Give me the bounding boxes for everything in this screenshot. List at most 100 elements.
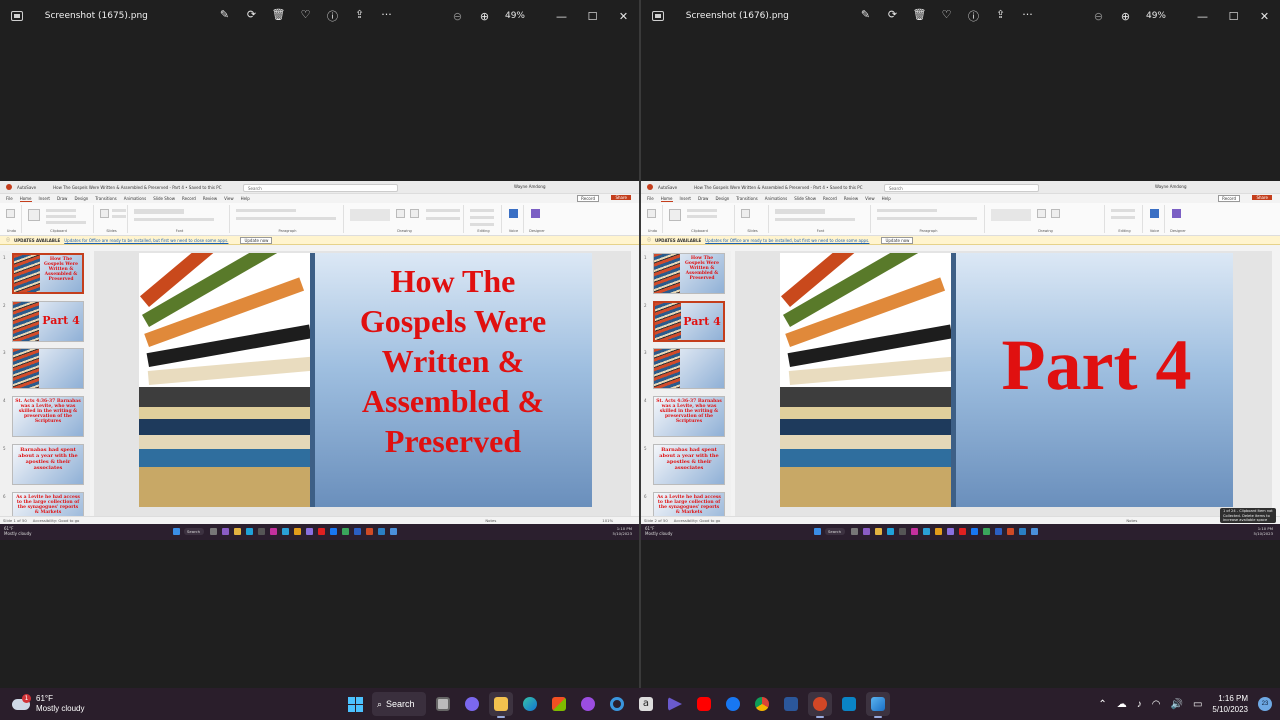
slide-title-line: How The <box>390 263 516 299</box>
group-font: Font <box>816 229 825 233</box>
inner-weather: Mostly cloudy <box>4 531 32 536</box>
store-icon[interactable] <box>547 692 571 716</box>
chrome-icon[interactable] <box>750 692 774 716</box>
facebook-icon[interactable] <box>721 692 745 716</box>
autosave-label: AutoSave <box>658 184 678 190</box>
media-player-icon[interactable] <box>663 692 687 716</box>
group-drawing: Drawing <box>1038 229 1053 233</box>
start-button[interactable] <box>343 692 367 716</box>
share-icon[interactable]: ⇪ <box>987 8 1014 24</box>
tab-transitions: Transitions <box>95 196 117 201</box>
group-voice: Voice <box>508 229 519 233</box>
ppt-record-button: Record <box>577 195 599 202</box>
maximize-button[interactable]: ☐ <box>1218 10 1249 23</box>
share-icon[interactable]: ⇪ <box>346 8 373 24</box>
more-icon[interactable]: ··· <box>373 8 400 24</box>
zoom-level[interactable]: 49% <box>498 11 532 21</box>
tab-insert: Insert <box>38 196 50 201</box>
app-notification-icon[interactable] <box>576 692 600 716</box>
thumbnail-title: St. Acts 4:36-37 Barnabas was a Levite, … <box>656 399 722 424</box>
zoom-out-icon[interactable]: ⊖ <box>444 10 471 23</box>
thumbnail-title: How The Gospels Were Written & Assembled… <box>44 257 78 282</box>
notification-count[interactable]: 23 <box>1258 697 1272 711</box>
taskbar-apps: ⌕ Search a <box>343 692 895 718</box>
system-tray: ⌃ ☁ ♪ ◠ 🔊 ▭ 1:16 PM 5/10/2023 23 <box>1098 688 1272 720</box>
cloud-sync-icon[interactable]: ☁ <box>1117 699 1127 710</box>
youtube-icon[interactable] <box>692 692 716 716</box>
clock[interactable]: 1:16 PM 5/10/2023 <box>1212 693 1248 715</box>
powerpoint-screenshot: AutoSave How The Gospels Were Written & … <box>0 181 639 540</box>
slide-thumbnails: 1 How The Gospels Were Written & Assembl… <box>641 251 731 533</box>
file-explorer-icon[interactable] <box>489 692 513 718</box>
group-clipboard: Clipboard <box>50 229 67 233</box>
zoom-out-icon[interactable]: ⊖ <box>1085 10 1112 23</box>
more-icon[interactable]: ··· <box>1014 8 1041 24</box>
photos-icon[interactable] <box>866 692 890 718</box>
rotate-icon[interactable]: ⟳ <box>238 8 265 24</box>
thumbnail-slide-3 <box>653 348 725 389</box>
chevron-up-icon[interactable]: ⌃ <box>1098 699 1106 710</box>
slide-title: How The Gospels Were Written & Assembled… <box>324 261 582 461</box>
clock-time: 1:16 PM <box>1218 694 1248 703</box>
clock-date: 5/10/2023 <box>1212 705 1248 714</box>
favorite-icon[interactable]: ♡ <box>933 8 960 24</box>
delete-icon[interactable]: 🗑 <box>265 8 292 24</box>
info-icon[interactable]: ⓘ <box>960 8 987 24</box>
edit-icon[interactable]: ✎ <box>852 8 879 24</box>
thumbnail-title: How The Gospels Were Written & Assembled… <box>685 256 719 281</box>
group-undo: Undo <box>647 229 658 233</box>
slide-count: Slide 1 of 50 <box>3 518 27 523</box>
maximize-button[interactable]: ☐ <box>577 10 608 23</box>
zoom-in-icon[interactable]: ⊕ <box>1112 10 1139 23</box>
group-designer: Designer <box>529 229 545 233</box>
minimize-button[interactable]: — <box>546 10 577 23</box>
amazon-icon[interactable]: a <box>634 692 658 716</box>
minimize-button[interactable]: — <box>1187 10 1218 23</box>
windows-taskbar: 1 61°F Mostly cloudy ⌕ Search a ⌃ ☁ ♪ ◠ … <box>0 688 1280 720</box>
powerpoint-icon[interactable] <box>808 692 832 718</box>
ppt-statusbar: Slide 1 of 50 Accessibility: Good to go … <box>0 516 639 524</box>
slide-canvas: Part 4 <box>735 251 1272 524</box>
zoom-in-icon[interactable]: ⊕ <box>471 10 498 23</box>
zoom-level[interactable]: 49% <box>1139 11 1173 21</box>
task-view-icon[interactable] <box>431 692 455 716</box>
rotate-icon[interactable]: ⟳ <box>879 8 906 24</box>
weather-widget[interactable]: 1 61°F Mostly cloudy <box>12 693 84 714</box>
tab-animations: Animations <box>764 196 788 201</box>
slide-count: Slide 2 of 50 <box>644 518 668 523</box>
ppt-share-button: Share <box>611 195 631 200</box>
volume-icon[interactable]: 🔊 <box>1171 699 1183 710</box>
clipboard-toast: 1 of 24 - Clipboard Item not Collected. … <box>1220 508 1276 523</box>
photos-app-icon <box>11 11 23 21</box>
word-icon[interactable] <box>779 692 803 716</box>
edit-icon[interactable]: ✎ <box>211 8 238 24</box>
thumbnail-title: Part 4 <box>42 314 80 327</box>
teams-chat-icon[interactable] <box>460 692 484 716</box>
close-button[interactable]: ✕ <box>608 10 639 23</box>
file-name: Screenshot (1675).png <box>44 11 148 21</box>
speaker-icon[interactable]: ♪ <box>1137 699 1142 710</box>
tab-record: Record <box>823 196 837 201</box>
group-paragraph: Paragraph <box>919 229 938 233</box>
thumbnail-slide-1: How The Gospels Were Written & Assembled… <box>12 253 84 294</box>
taskbar-search-label: Search <box>386 699 415 709</box>
favorite-icon[interactable]: ♡ <box>292 8 319 24</box>
snipping-tool-icon[interactable] <box>837 692 861 716</box>
doc-title: How The Gospels Were Written & Assembled… <box>694 184 863 190</box>
tab-insert: Insert <box>679 196 691 201</box>
tab-help: Help <box>240 196 250 201</box>
tab-file: File <box>6 196 13 201</box>
battery-icon[interactable]: ▭ <box>1193 699 1202 710</box>
info-icon[interactable]: ⓘ <box>319 8 346 24</box>
inner-search: Search <box>825 528 845 535</box>
ppt-ribbon-tabs: File Home Insert Draw Design Transitions… <box>0 194 639 203</box>
edge-icon[interactable] <box>518 692 542 716</box>
cortana-icon[interactable] <box>605 692 629 716</box>
delete-icon[interactable]: 🗑 <box>906 8 933 24</box>
close-button[interactable]: ✕ <box>1249 10 1280 23</box>
group-undo: Undo <box>6 229 17 233</box>
accessibility-status: Accessibility: Good to go <box>32 518 80 523</box>
taskbar-search[interactable]: ⌕ Search <box>372 692 426 716</box>
update-text: Updates for Office are ready to be insta… <box>64 237 229 243</box>
wifi-icon[interactable]: ◠ <box>1152 699 1161 710</box>
